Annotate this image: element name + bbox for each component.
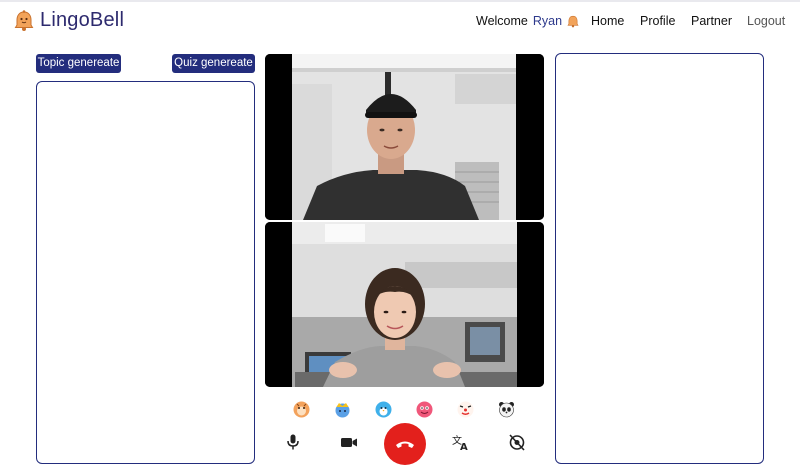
nav-logout-link[interactable]: Logout	[747, 14, 785, 28]
tiger-face-icon[interactable]	[293, 401, 310, 418]
top-navigation-bar: LingoBell Welcome Ryan Home Profile Part…	[0, 0, 800, 46]
remote-video-image	[265, 54, 544, 220]
bell-icon	[567, 15, 579, 27]
local-video-feed	[265, 222, 544, 387]
nav-home-link[interactable]: Home	[591, 14, 624, 28]
camera-off-button[interactable]	[507, 433, 527, 451]
topic-generate-button[interactable]: Topic genereate	[36, 54, 121, 73]
nav-partner-link[interactable]: Partner	[691, 14, 732, 28]
svg-text:A: A	[460, 442, 468, 451]
microphone-icon	[287, 434, 299, 450]
remote-video-feed	[265, 54, 544, 220]
side-content-panel	[555, 53, 764, 464]
video-camera-icon	[341, 438, 357, 447]
panda-face-icon[interactable]	[498, 401, 515, 418]
translate-icon: 文 A	[452, 434, 468, 451]
quiz-generate-button[interactable]: Quiz genereate	[172, 54, 255, 73]
bell-logo-icon	[14, 9, 34, 31]
brand-logo[interactable]: LingoBell	[14, 9, 124, 32]
welcome-label: Welcome	[476, 14, 528, 28]
nav-profile-link[interactable]: Profile	[640, 14, 675, 28]
crown-face-icon[interactable]	[334, 401, 351, 418]
translate-button[interactable]: 文 A	[451, 433, 471, 451]
topic-content-panel	[36, 81, 255, 464]
pink-monster-face-icon[interactable]	[416, 401, 433, 418]
camera-off-icon	[509, 434, 525, 451]
blue-bird-face-icon[interactable]	[375, 401, 392, 418]
microphone-button[interactable]	[283, 433, 303, 451]
local-video-image	[265, 222, 544, 387]
username: Ryan	[532, 14, 563, 28]
brand-name: LingoBell	[40, 9, 125, 31]
hang-up-icon	[396, 441, 414, 448]
clown-face-icon[interactable]	[457, 401, 474, 418]
hang-up-button[interactable]	[384, 423, 426, 465]
camera-button[interactable]	[339, 433, 359, 451]
welcome-greeting: Welcome Ryan	[476, 14, 579, 28]
